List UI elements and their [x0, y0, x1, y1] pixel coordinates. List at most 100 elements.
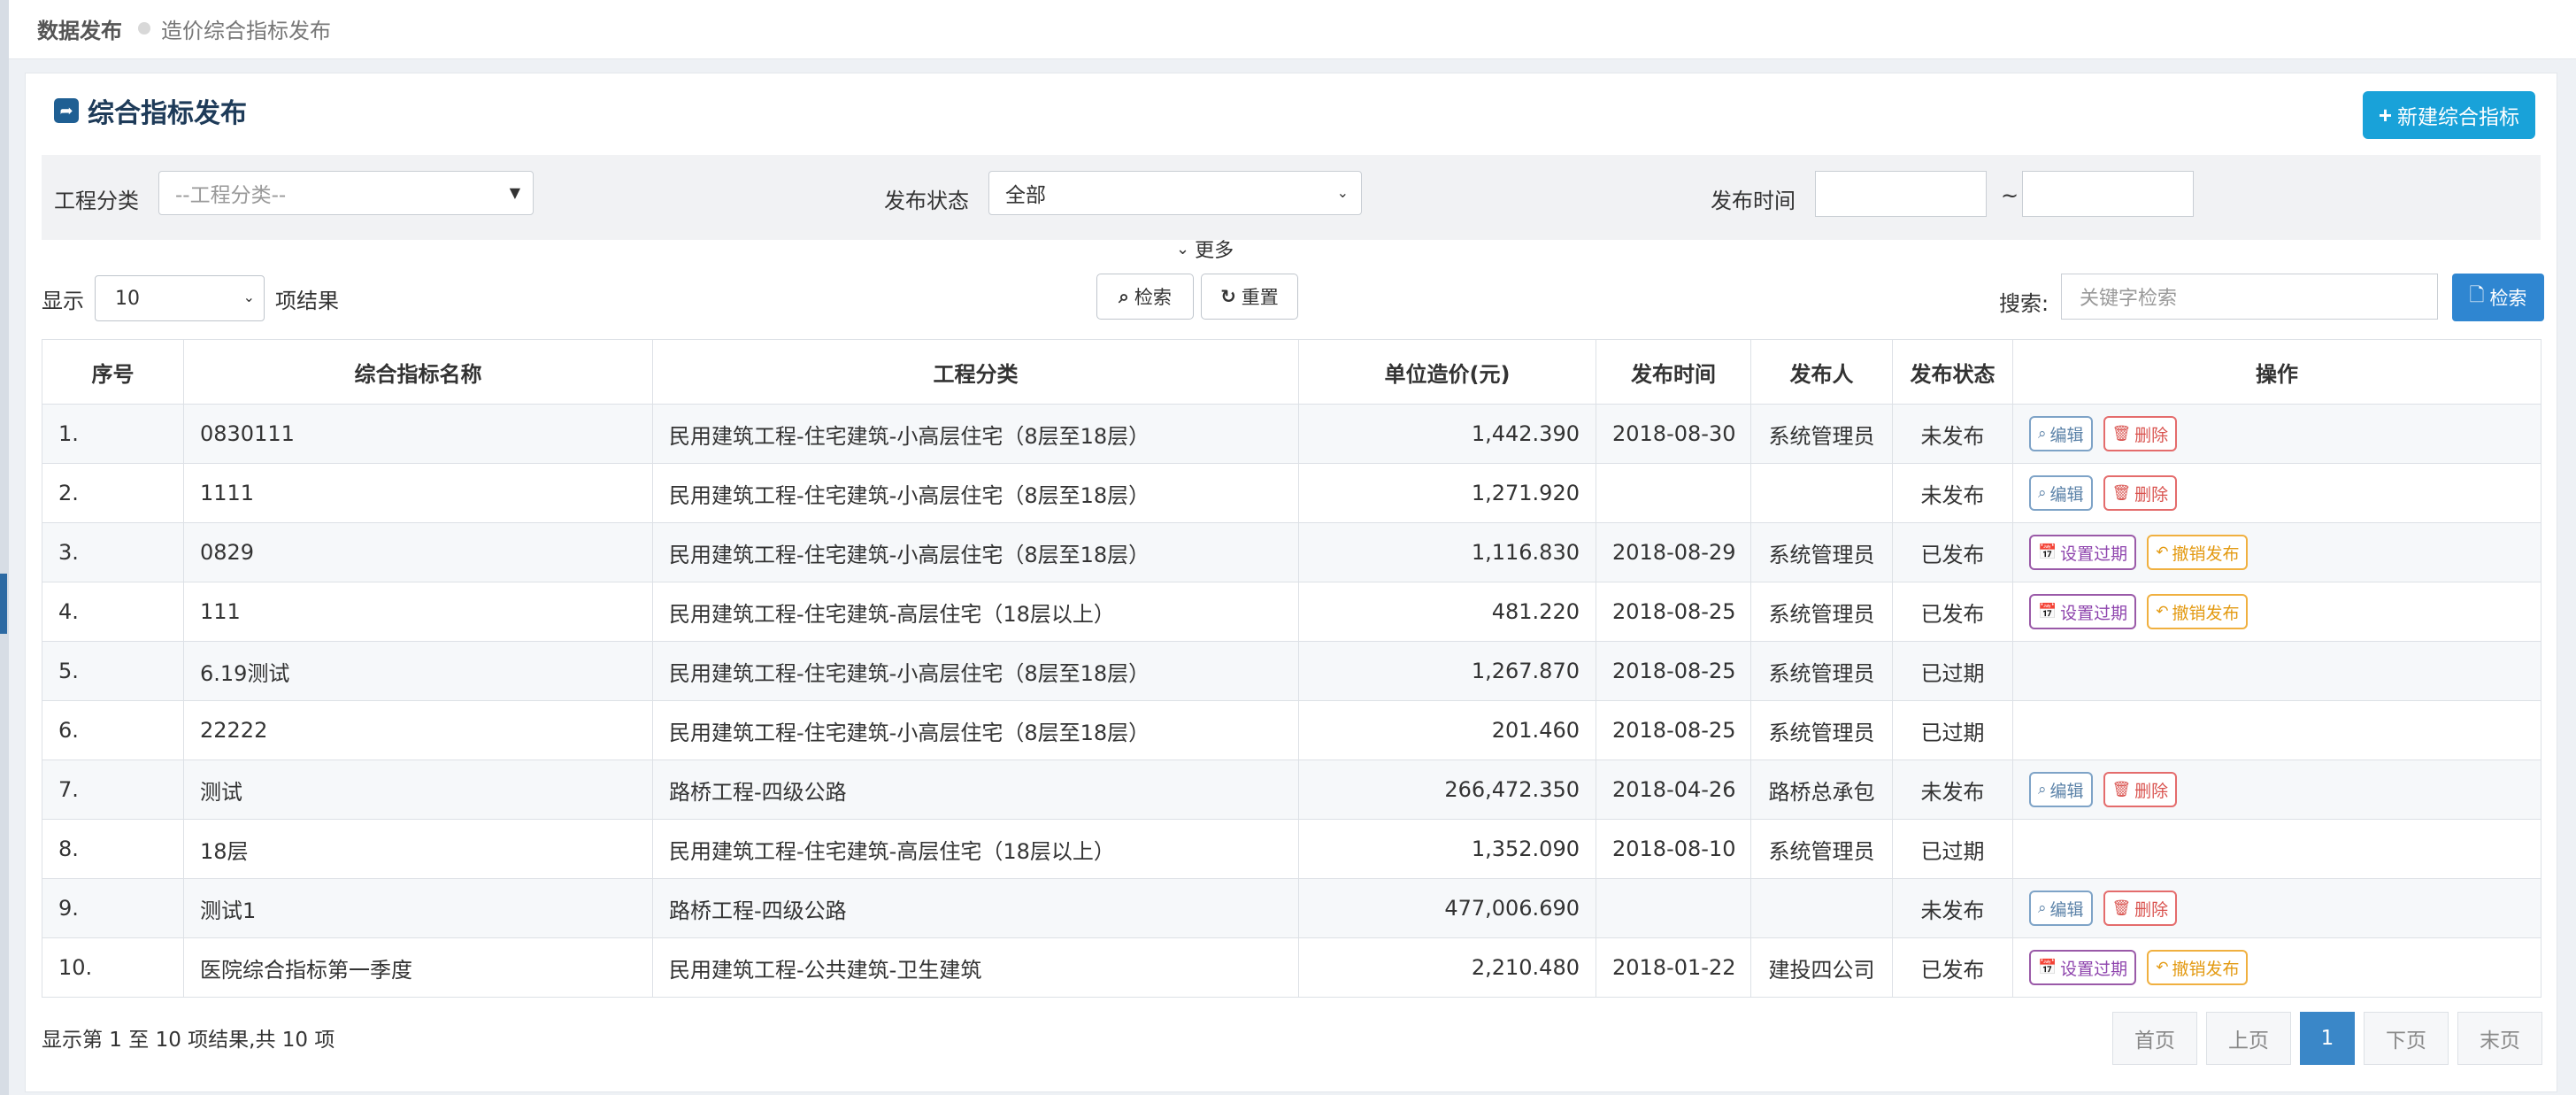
reset-button[interactable]: ↻ 重置: [1201, 274, 1298, 320]
keyword-search-input[interactable]: 关键字检索: [2061, 274, 2438, 320]
table-row[interactable]: 10. 医院综合指标第一季度 民用建筑工程-公共建筑-卫生建筑 2,210.480 20…: [42, 937, 2541, 998]
column-header[interactable]: 序号: [42, 339, 184, 405]
delete-button[interactable]: 🗑 删除: [2103, 416, 2178, 451]
top-bar: 数据发布 造价综合指标发布: [9, 0, 2576, 59]
status-cell: 已发布: [1892, 937, 2013, 998]
trash-icon: 🗑: [2111, 781, 2132, 798]
publish-time-start-input[interactable]: [1815, 171, 1987, 217]
breadcrumb-home[interactable]: 数据发布: [37, 13, 122, 44]
table-row[interactable]: 5. 6.19测试 民用建筑工程-住宅建筑-小高层住宅（8层至18层） 1,267.8…: [42, 641, 2541, 701]
publish-date-cell: 2018-08-29: [1596, 522, 1751, 582]
actions-cell: ⌕ 编辑 🗑 删除: [2012, 463, 2541, 523]
status-cell: 已发布: [1892, 522, 2013, 582]
page-title: 综合指标发布: [88, 98, 247, 129]
edit-button-label: 编辑: [2049, 899, 2084, 920]
unit-price-cell: 2,210.480: [1298, 937, 1596, 998]
category-select[interactable]: --工程分类-- ▼: [158, 171, 534, 215]
share-icon: ➦: [54, 98, 79, 123]
status-cell: 已发布: [1892, 582, 2013, 642]
edit-button[interactable]: ⌕ 编辑: [2029, 772, 2093, 807]
new-indicator-button[interactable]: + 新建综合指标: [2362, 91, 2535, 139]
show-label: 显示: [42, 288, 84, 313]
publish-date-cell: 2018-08-25: [1596, 700, 1751, 760]
main-panel: ➦ 综合指标发布 + 新建综合指标 工程分类 --工程分类-- ▼ 发布状态 全…: [25, 73, 2557, 1092]
edit-button[interactable]: ⌕ 编辑: [2029, 416, 2093, 451]
prev-page-button[interactable]: 上页: [2206, 1012, 2291, 1065]
column-header[interactable]: 综合指标名称: [183, 339, 653, 405]
column-header[interactable]: 工程分类: [652, 339, 1299, 405]
refresh-icon: ↻: [1220, 286, 1236, 307]
table-row[interactable]: 4. 111 民用建筑工程-住宅建筑-高层住宅（18层以上） 481.220 2018-…: [42, 582, 2541, 642]
delete-button[interactable]: 🗑 删除: [2103, 772, 2178, 807]
edit-button-label: 编辑: [2049, 425, 2084, 445]
delete-button[interactable]: 🗑 删除: [2103, 891, 2178, 926]
column-header[interactable]: 发布人: [1750, 339, 1893, 405]
table-row[interactable]: 2. 1111 民用建筑工程-住宅建筑-小高层住宅（8层至18层） 1,271.920…: [42, 463, 2541, 523]
revoke-publish-button[interactable]: ↶ 撤销发布: [2147, 535, 2249, 570]
table-row[interactable]: 7. 测试 路桥工程-四级公路 266,472.350 2018-04-26 路桥总承包未…: [42, 760, 2541, 820]
status-select-value: 全部: [1005, 184, 1046, 207]
page-length-select[interactable]: 10 ⌄: [95, 275, 265, 321]
panel-title: ➦ 综合指标发布: [54, 91, 247, 130]
file-icon: 🗋: [2469, 283, 2485, 305]
category-cell: 民用建筑工程-住宅建筑-高层住宅（18层以上）: [652, 819, 1299, 879]
more-filters-toggle[interactable]: ⌄ 更多: [1176, 235, 1234, 263]
publish-time-end-input[interactable]: [2022, 171, 2194, 217]
keyword-search-button-label: 检索: [2489, 288, 2527, 309]
category-cell: 路桥工程-四级公路: [652, 878, 1299, 938]
indicator-name-cell: 测试: [183, 760, 653, 820]
breadcrumb-current: 造价综合指标发布: [161, 18, 331, 43]
table-row[interactable]: 9. 测试1 路桥工程-四级公路 477,006.690 未发布 ⌕ 编辑 🗑 删除: [42, 878, 2541, 938]
table-row[interactable]: 1. 0830111 民用建筑工程-住宅建筑-小高层住宅（8层至18层） 1,442.…: [42, 404, 2541, 464]
status-select[interactable]: 全部 ⌄: [988, 171, 1362, 215]
publisher-cell: [1750, 463, 1893, 523]
keyword-search-button[interactable]: 🗋 检索: [2452, 274, 2544, 321]
table-row[interactable]: 6. 22222 民用建筑工程-住宅建筑-小高层住宅（8层至18层） 201.460 2…: [42, 700, 2541, 760]
category-label: 工程分类: [54, 189, 139, 213]
actions-cell: 📅 设置过期 ↶ 撤销发布: [2012, 582, 2541, 642]
column-header[interactable]: 发布时间: [1596, 339, 1751, 405]
unit-price-cell: 477,006.690: [1298, 878, 1596, 938]
set-expire-button[interactable]: 📅 设置过期: [2029, 594, 2137, 629]
category-cell: 路桥工程-四级公路: [652, 760, 1299, 820]
status-cell: 未发布: [1892, 404, 2013, 464]
category-cell: 民用建筑工程-住宅建筑-小高层住宅（8层至18层）: [652, 522, 1299, 582]
delete-button[interactable]: 🗑 删除: [2103, 475, 2178, 511]
table-row[interactable]: 3. 0829 民用建筑工程-住宅建筑-小高层住宅（8层至18层） 1,116.830…: [42, 522, 2541, 582]
row-number-cell: 4.: [42, 582, 184, 642]
search-button[interactable]: ⌕ 检索: [1096, 274, 1194, 320]
row-number-cell: 8.: [42, 819, 184, 879]
set-expire-button[interactable]: 📅 设置过期: [2029, 535, 2137, 570]
status-cell: 未发布: [1892, 878, 2013, 938]
column-header: 操作: [2012, 339, 2541, 405]
more-filters-label: 更多: [1195, 240, 1234, 262]
column-header[interactable]: 单位造价(元): [1298, 339, 1596, 405]
row-number-cell: 2.: [42, 463, 184, 523]
category-cell: 民用建筑工程-公共建筑-卫生建筑: [652, 937, 1299, 998]
publisher-cell: 系统管理员: [1750, 700, 1893, 760]
breadcrumb: 数据发布 造价综合指标发布: [37, 12, 331, 44]
indicator-name-cell: 22222: [183, 700, 653, 760]
edit-button[interactable]: ⌕ 编辑: [2029, 891, 2093, 926]
current-page-button[interactable]: 1: [2300, 1012, 2355, 1065]
first-page-button[interactable]: 首页: [2112, 1012, 2197, 1065]
next-page-button[interactable]: 下页: [2364, 1012, 2449, 1065]
column-header[interactable]: 发布状态: [1892, 339, 2013, 405]
publish-time-label: 发布时间: [1711, 189, 1796, 213]
plus-icon: +: [2378, 101, 2392, 128]
search-icon: ⌕: [1119, 285, 1129, 307]
calendar-icon: 📅: [2038, 959, 2057, 976]
chevron-down-icon: ⌄: [1176, 239, 1190, 258]
publish-date-cell: [1596, 463, 1751, 523]
table-row[interactable]: 8. 18层 民用建筑工程-住宅建筑-高层住宅（18层以上） 1,352.090 201…: [42, 819, 2541, 879]
publisher-cell: 路桥总承包: [1750, 760, 1893, 820]
actions-cell: ⌕ 编辑 🗑 删除: [2012, 878, 2541, 938]
revoke-publish-button[interactable]: ↶ 撤销发布: [2147, 594, 2249, 629]
edit-button[interactable]: ⌕ 编辑: [2029, 475, 2093, 511]
revoke-publish-button[interactable]: ↶ 撤销发布: [2147, 950, 2249, 985]
last-page-button[interactable]: 末页: [2457, 1012, 2542, 1065]
category-cell: 民用建筑工程-住宅建筑-小高层住宅（8层至18层）: [652, 404, 1299, 464]
set-expire-button[interactable]: 📅 设置过期: [2029, 950, 2137, 985]
filter-panel: 工程分类 --工程分类-- ▼ 发布状态 全部 ⌄ 发布时间 ~: [42, 155, 2541, 240]
row-number-cell: 9.: [42, 878, 184, 938]
